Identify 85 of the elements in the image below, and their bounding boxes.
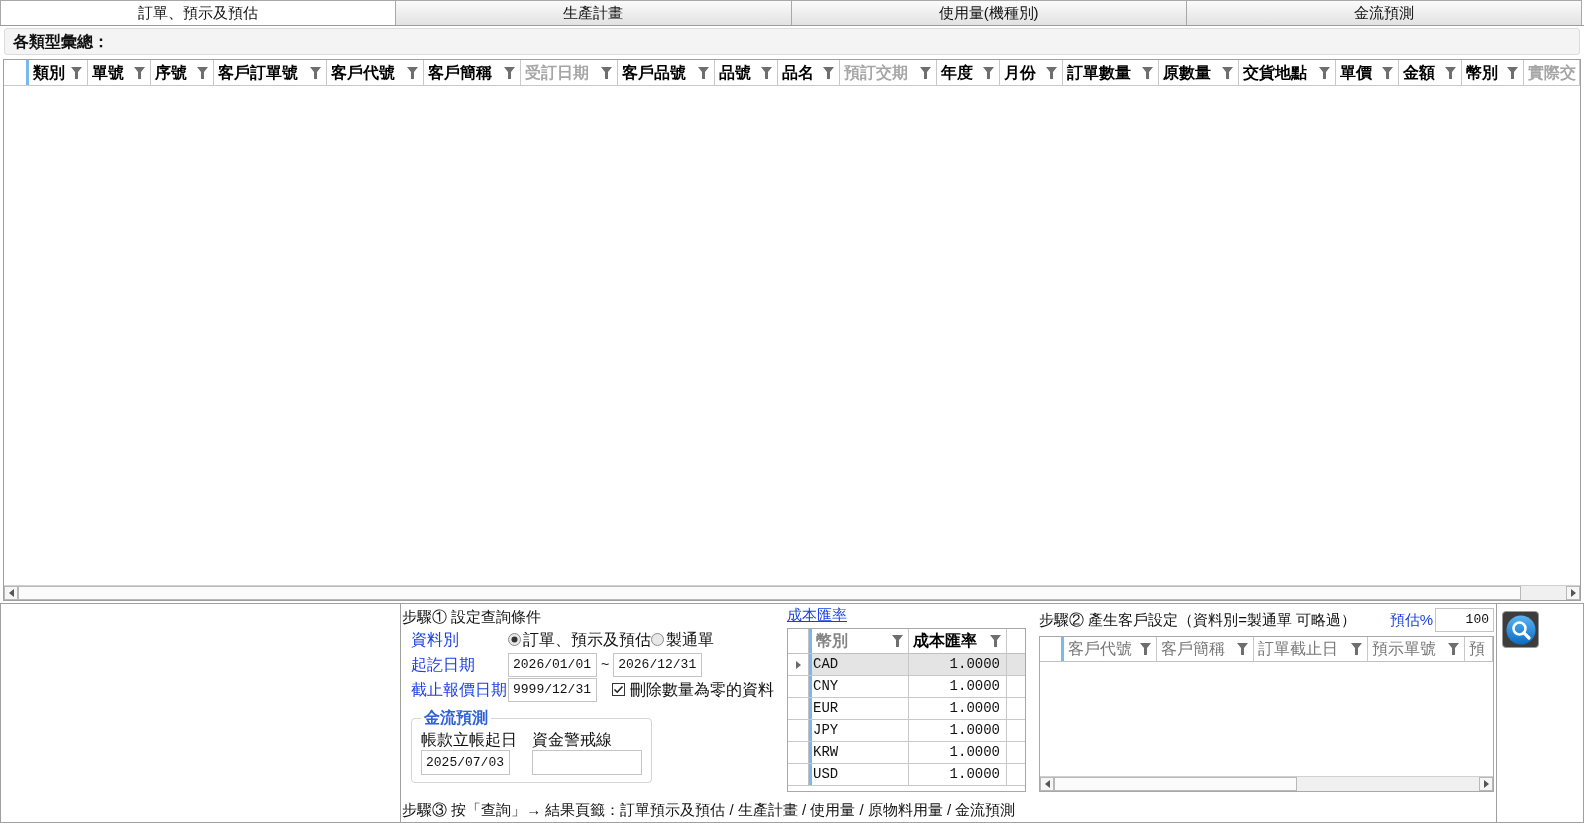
input-field[interactable]: 100 [1435, 608, 1494, 632]
column-header[interactable]: 單價 [1336, 60, 1399, 85]
filter-icon[interactable] [823, 66, 834, 79]
checkbox[interactable] [612, 683, 625, 696]
radio-button[interactable] [651, 633, 664, 646]
checkbox-label[interactable]: 刪除數量為零的資料 [630, 677, 774, 702]
column-header[interactable]: 類別 [26, 60, 88, 85]
filter-icon[interactable] [310, 66, 321, 79]
right-triangle-icon [1570, 589, 1576, 597]
column-header[interactable]: 成本匯率 [909, 629, 1007, 653]
horizontal-scrollbar[interactable] [1040, 776, 1493, 791]
search-icon [1505, 614, 1536, 645]
filter-icon[interactable] [1507, 66, 1518, 79]
right-triangle-icon [1483, 780, 1489, 788]
column-header[interactable]: 客戶品號 [618, 60, 715, 85]
column-header[interactable]: 原數量 [1159, 60, 1239, 85]
filter-icon[interactable] [1046, 66, 1057, 79]
filter-icon[interactable] [698, 66, 709, 79]
radio-label[interactable]: 製通單 [666, 627, 714, 652]
range-separator: ~ [601, 655, 610, 674]
filter-icon[interactable] [1382, 66, 1393, 79]
radio-label[interactable]: 訂單、預示及預估 [523, 627, 651, 652]
scroll-left-button[interactable] [4, 586, 18, 600]
table-cell: 1.0000 [909, 654, 1007, 675]
column-header[interactable]: 月份 [1000, 60, 1063, 85]
filter-icon[interactable] [990, 635, 1001, 647]
left-triangle-icon [1044, 780, 1050, 788]
filter-icon[interactable] [407, 66, 418, 79]
field-label: 起訖日期 [411, 654, 476, 675]
scroll-left-button[interactable] [1040, 777, 1054, 791]
filter-icon[interactable] [1319, 66, 1330, 79]
column-header[interactable]: 客戶代號 [327, 60, 424, 85]
column-header[interactable]: 品名 [778, 60, 840, 85]
field-label: 資金警戒線 [532, 730, 613, 750]
filter-icon[interactable] [761, 66, 772, 79]
scroll-right-button[interactable] [1566, 586, 1580, 600]
input-field[interactable]: 2025/07/03 [421, 750, 510, 775]
column-header[interactable]: 序號 [151, 60, 214, 85]
table-cell: 1.0000 [909, 720, 1007, 741]
step-title: 步驟② 產生客戶設定（資料別=製通單 可略過） [1039, 609, 1357, 630]
step-title: 步驟① 設定查詢條件 [401, 607, 543, 627]
filter-icon[interactable] [197, 66, 208, 79]
input-field[interactable] [532, 750, 642, 775]
filter-icon[interactable] [504, 66, 515, 79]
tab[interactable]: 使用量(機種別) [790, 0, 1186, 25]
column-header[interactable]: 年度 [937, 60, 1000, 85]
table-cell: 1.0000 [909, 764, 1007, 785]
search-button[interactable] [1502, 611, 1539, 648]
field-label: 資料別 [411, 629, 460, 650]
column-header[interactable]: 客戶訂單號 [214, 60, 327, 85]
filter-icon[interactable] [983, 66, 994, 79]
column-header[interactable]: 訂單數量 [1063, 60, 1159, 85]
date-field[interactable]: 9999/12/31 [508, 677, 597, 702]
section-link[interactable]: 成本匯率 [787, 605, 847, 625]
field-label: 預估% [1389, 609, 1433, 630]
tab[interactable]: 金流預測 [1185, 0, 1582, 25]
column-header[interactable]: 單號 [88, 60, 151, 85]
left-triangle-icon [8, 589, 14, 597]
date-field[interactable]: 2026/12/31 [613, 652, 703, 677]
filter-icon[interactable] [71, 66, 82, 79]
table-cell: 1.0000 [909, 742, 1007, 763]
radio-button[interactable] [508, 633, 521, 646]
column-header[interactable]: 客戶簡稱 [424, 60, 521, 85]
filter-icon[interactable] [1222, 66, 1233, 79]
tab[interactable]: 訂單、預示及預估 [0, 0, 396, 25]
table-cell: 1.0000 [909, 676, 1007, 697]
scrollbar-thumb[interactable] [1054, 777, 1297, 791]
date-field[interactable]: 2026/01/01 [508, 652, 597, 677]
field-label: 帳款立帳起日 [421, 730, 518, 750]
filter-icon[interactable] [1445, 66, 1456, 79]
filter-icon[interactable] [1142, 66, 1153, 79]
instruction-text: 步驟③ 按「查詢」→ 結果頁籤：訂單預示及預估 / 生產計畫 / 使用量 / 原物料用量 / 金流預測 [401, 800, 1017, 820]
field-label: 截止報價日期 [411, 679, 508, 700]
summary-bar: 各類型彙總： [4, 28, 1580, 55]
column-header[interactable]: 金額 [1399, 60, 1462, 85]
table-row[interactable]: CAD 1.0000 [809, 654, 1025, 675]
scroll-right-button[interactable] [1479, 777, 1493, 791]
column-header[interactable]: 品號 [715, 60, 778, 85]
tab[interactable]: 生產計畫 [395, 0, 791, 25]
table-cell: USD [809, 764, 909, 785]
filter-icon[interactable] [134, 66, 145, 79]
group-title: 金流預測 [423, 708, 489, 728]
column-header[interactable]: 交貨地點 [1239, 60, 1336, 85]
table-cell: 1.0000 [909, 698, 1007, 719]
column-header[interactable]: 幣別 [1462, 60, 1524, 85]
